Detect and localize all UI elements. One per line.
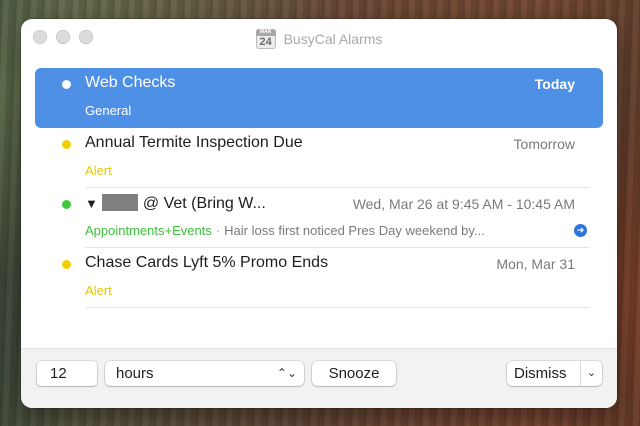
alarm-notes: Hair loss first noticed Pres Day weekend… [224,223,485,238]
snooze-button[interactable]: Snooze [312,361,396,386]
alarm-row-vet[interactable]: ▼ @ Vet (Bring W... Wed, Mar 26 at 9:45 A… [35,188,603,248]
dismiss-button[interactable]: Dismiss ⌄ [507,361,602,386]
alarm-when: Today [534,76,575,92]
alarm-row-web-checks[interactable]: Web Checks Today General [35,68,603,128]
separator-dot: · [215,223,221,238]
snooze-unit-select[interactable]: hours ⌃⌄ [105,361,304,386]
alarm-status-dot [62,200,71,209]
alarm-status-dot [62,80,71,89]
alarm-calendar: Appointments+Events [85,223,212,238]
alarm-status-dot [62,140,71,149]
calendar-icon-month: MAR [255,29,276,36]
alarm-calendar: Alert [85,283,112,298]
calendar-icon: MAR 24 [255,29,276,49]
alarm-subtitle: Appointments+Events · Hair loss first noti… [85,223,485,238]
alarm-calendar: Alert [85,163,112,178]
alarm-list: Web Checks Today General Annual Termite … [35,68,603,308]
alarm-when: Wed, Mar 26 at 9:45 AM - 10:45 AM [352,196,575,212]
redacted-name-block [101,194,138,211]
alarm-title: Chase Cards Lyft 5% Promo Ends [85,254,329,271]
snooze-amount-field[interactable]: 12 [37,361,97,386]
calendar-icon-day: 24 [259,36,272,48]
title-bar: MAR 24 BusyCal Alarms [21,19,617,59]
alarm-title: @ Vet (Bring W... [142,195,266,212]
alarms-window: MAR 24 BusyCal Alarms Web Checks Today G… [21,19,617,408]
disclosure-triangle-icon[interactable]: ▼ [85,196,98,211]
window-title: BusyCal Alarms [283,31,383,47]
alarm-calendar: General [85,103,132,118]
alarm-title: Web Checks [85,74,176,91]
arrow-right-circle-icon[interactable]: ➜ [574,224,587,237]
chevron-down-icon[interactable]: ⌄ [580,361,602,386]
alarm-title: Annual Termite Inspection Due [85,134,303,151]
alarm-when: Tomorrow [513,136,575,152]
alarm-row-termite[interactable]: Annual Termite Inspection Due Tomorrow A… [35,128,603,188]
alarm-row-chase[interactable]: Chase Cards Lyft 5% Promo Ends Mon, Mar … [35,248,603,308]
snooze-toolbar: 12 hours ⌃⌄ Snooze Dismiss ⌄ [21,348,617,408]
row-divider [85,307,589,308]
up-down-chevron-icon: ⌃⌄ [276,366,297,380]
dismiss-label: Dismiss [514,365,567,382]
alarm-status-dot [62,260,71,269]
snooze-unit-value: hours [116,365,154,382]
alarm-title-group: ▼ @ Vet (Bring W... [85,194,266,213]
alarm-when: Mon, Mar 31 [496,256,575,272]
window-title-group: MAR 24 BusyCal Alarms [21,19,617,59]
